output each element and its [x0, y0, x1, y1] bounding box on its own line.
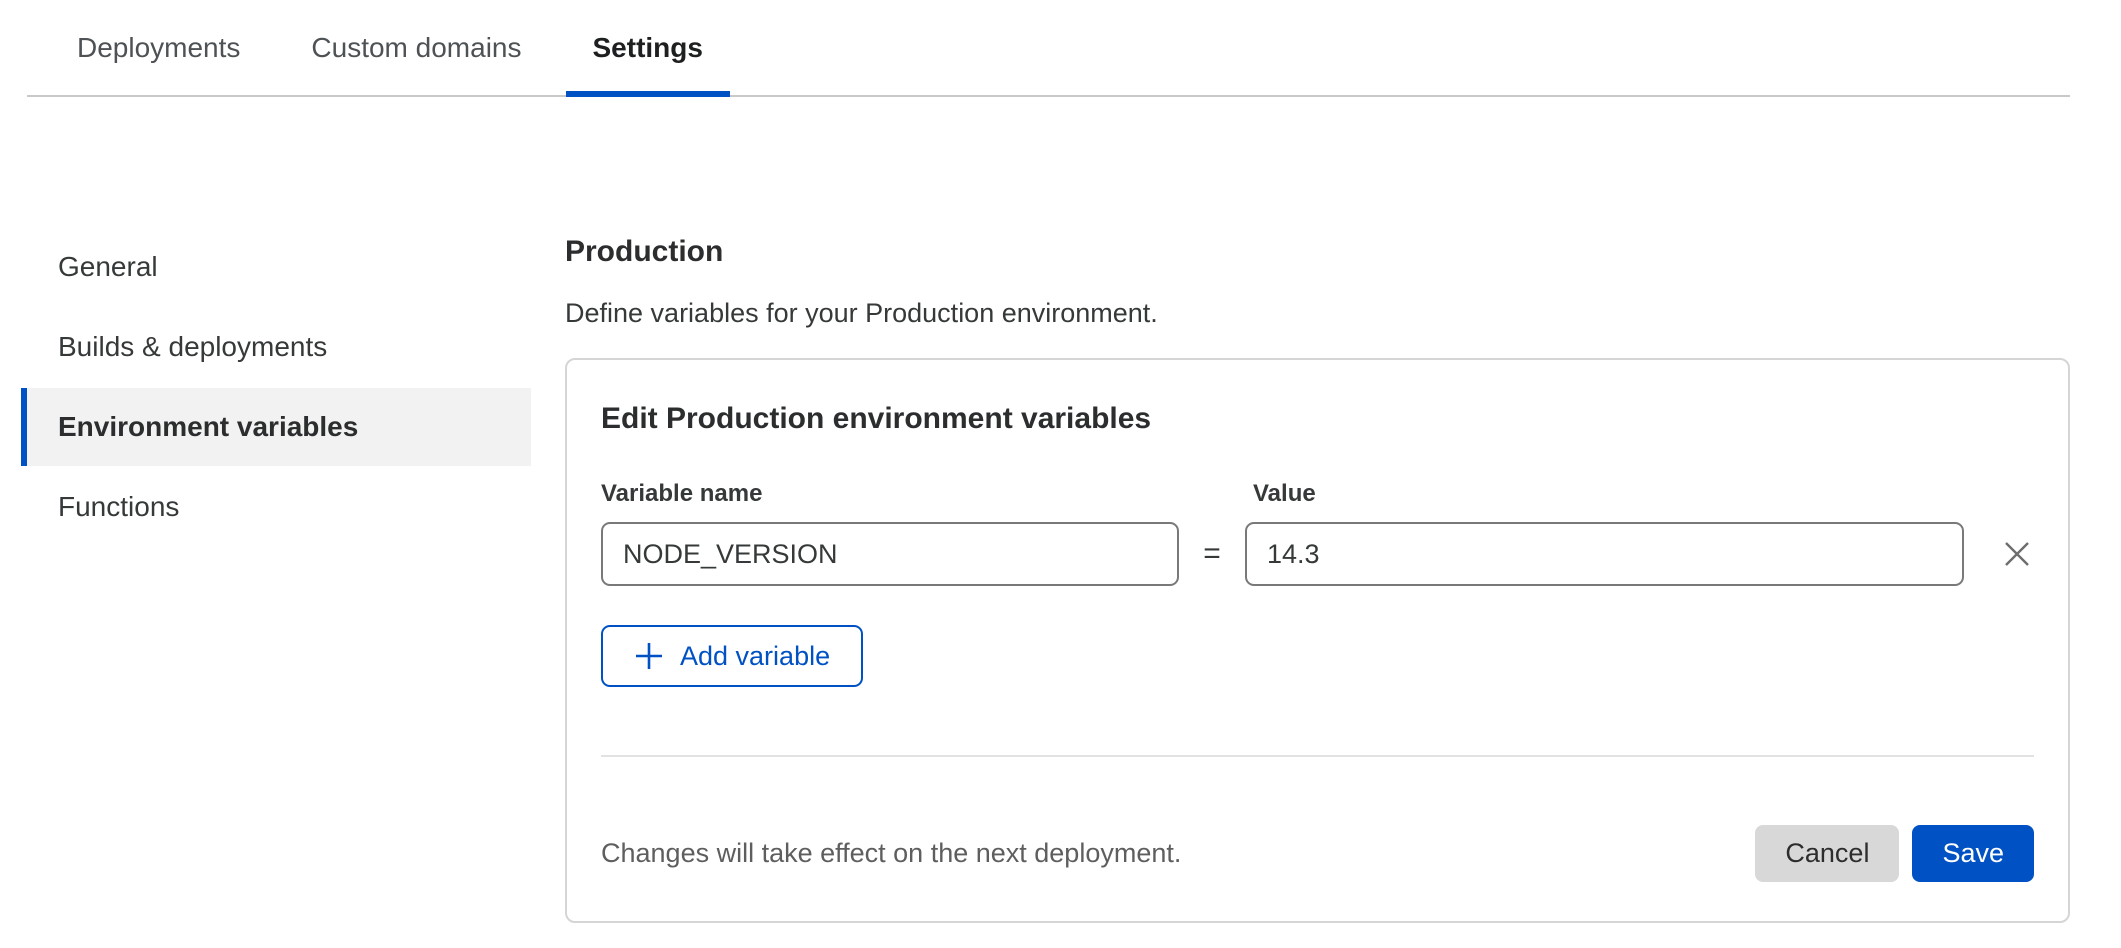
settings-page: Deployments Custom domains Settings Gene…: [0, 0, 2121, 948]
sidebar-item-functions[interactable]: Functions: [21, 468, 531, 546]
value-label: Value: [1245, 480, 1316, 508]
page-subtitle: Define variables for your Production env…: [565, 298, 2070, 329]
card-footer: Changes will take effect on the next dep…: [601, 825, 2034, 882]
card-title: Edit Production environment variables: [601, 402, 2034, 436]
environment-variables-card: Edit Production environment variables Va…: [565, 358, 2070, 923]
tab-bar: Deployments Custom domains Settings: [27, 0, 2070, 97]
x-icon: [2002, 539, 2032, 569]
equals-sign: =: [1179, 537, 1245, 571]
card-divider: [601, 755, 2034, 757]
cancel-button[interactable]: Cancel: [1755, 825, 1899, 882]
settings-sidebar: General Builds & deployments Environment…: [21, 228, 531, 546]
tab-deployments[interactable]: Deployments: [50, 0, 267, 95]
variable-value-input[interactable]: [1245, 522, 1964, 586]
tab-settings[interactable]: Settings: [566, 0, 730, 95]
add-variable-label: Add variable: [680, 641, 830, 672]
variable-name-input[interactable]: [601, 522, 1179, 586]
footer-actions: Cancel Save: [1755, 825, 2034, 882]
page-title: Production: [565, 234, 2070, 269]
sidebar-item-builds-deployments[interactable]: Builds & deployments: [21, 308, 531, 386]
variable-row: =: [601, 522, 2034, 586]
sidebar-item-environment-variables[interactable]: Environment variables: [21, 388, 531, 466]
main-panel: Production Define variables for your Pro…: [565, 228, 2070, 923]
content-area: General Builds & deployments Environment…: [0, 97, 2121, 923]
sidebar-item-general[interactable]: General: [21, 228, 531, 306]
labels-spacer: [1179, 480, 1245, 508]
save-button[interactable]: Save: [1912, 825, 2034, 882]
variable-name-label: Variable name: [601, 480, 1179, 508]
remove-variable-button[interactable]: [2000, 537, 2034, 571]
deployment-note: Changes will take effect on the next dep…: [601, 838, 1181, 869]
plus-icon: [634, 641, 664, 671]
tab-custom-domains[interactable]: Custom domains: [284, 0, 548, 95]
field-labels-row: Variable name Value: [601, 480, 2034, 508]
add-variable-button[interactable]: Add variable: [601, 625, 863, 687]
